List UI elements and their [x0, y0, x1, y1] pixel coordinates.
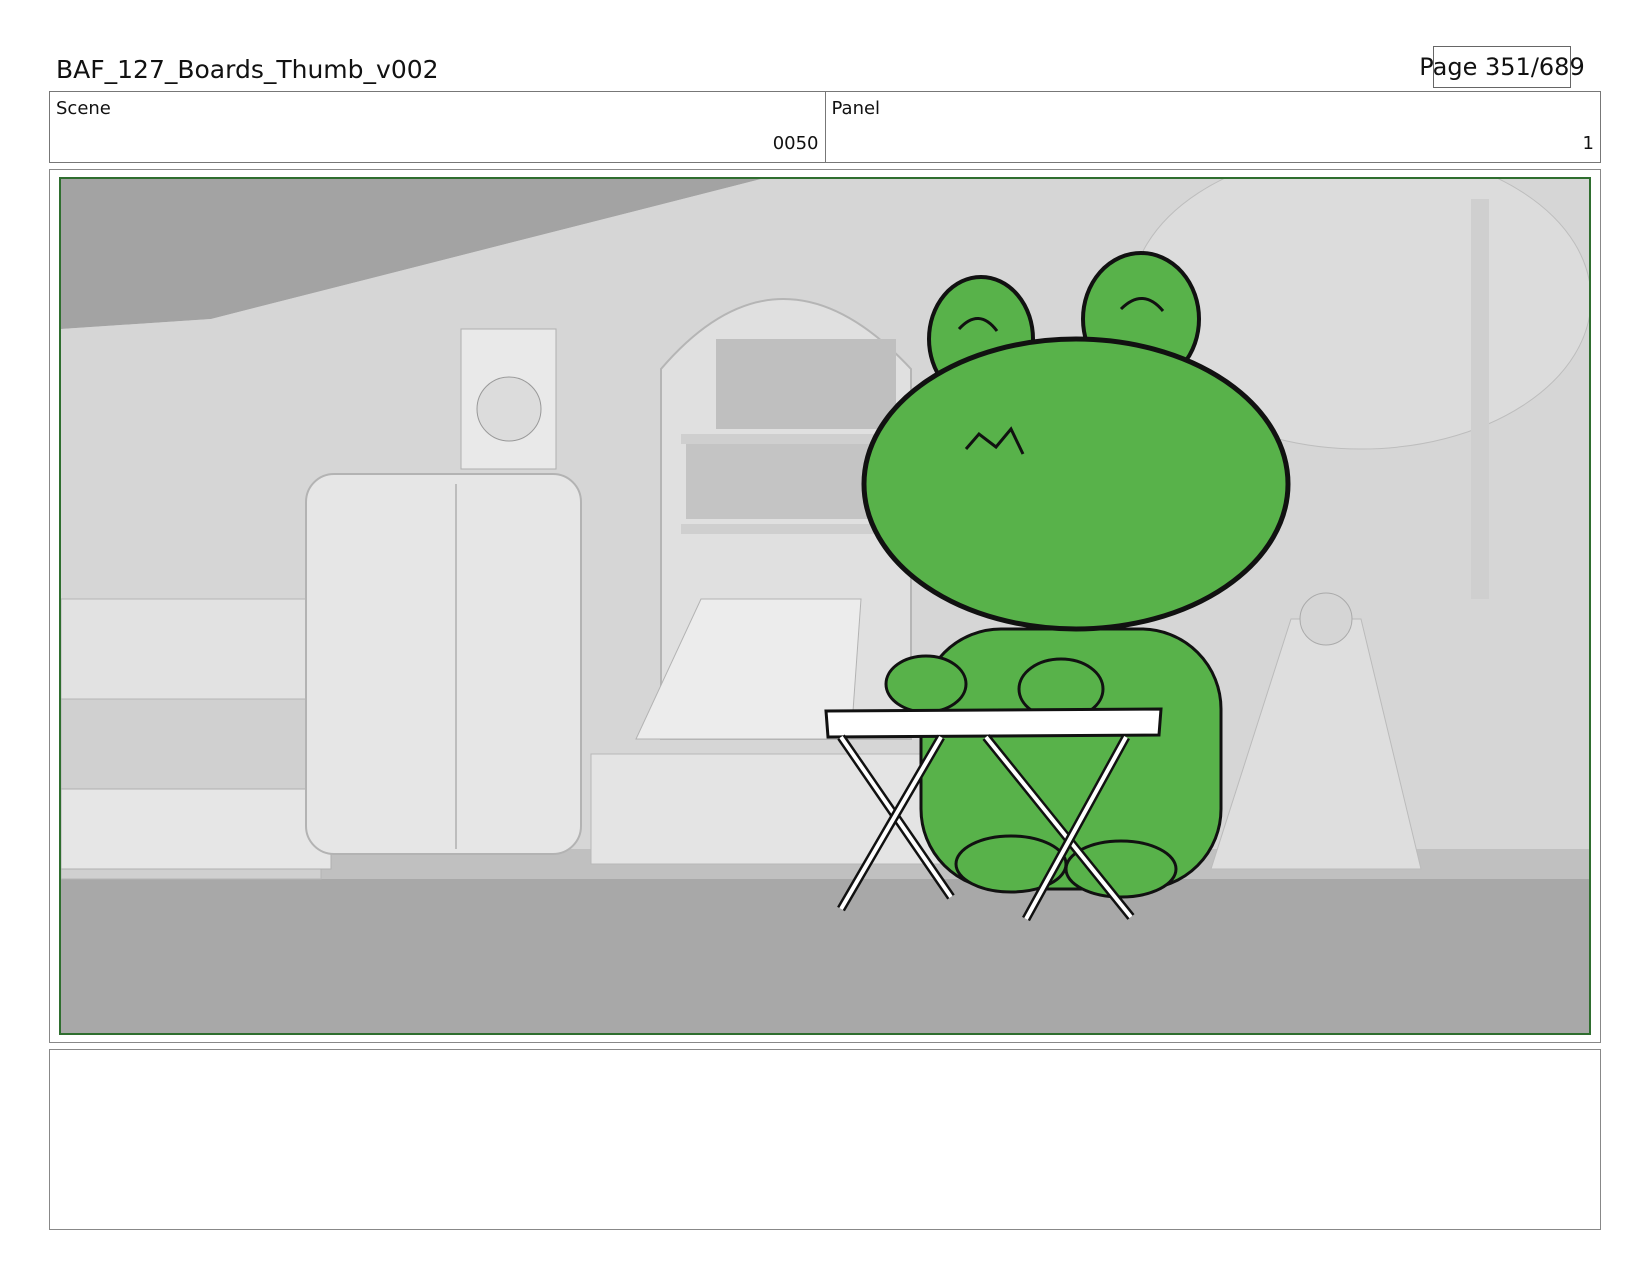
panel-image: [59, 177, 1591, 1035]
upper-cabinets: [61, 598, 322, 700]
lamp-pole: [1471, 199, 1489, 599]
panel-label: Panel: [831, 98, 881, 119]
fridge: [305, 473, 582, 855]
floor: [61, 859, 1589, 1033]
scene-label: Scene: [56, 98, 111, 119]
scene-value: 0050: [772, 133, 819, 154]
scene-panel-info: Scene 0050 Panel 1: [49, 91, 1601, 163]
panel-cell: Panel 1: [824, 92, 1601, 162]
storyboard-drawing: [61, 179, 1589, 1033]
notes-area: [49, 1049, 1601, 1230]
books-top: [716, 339, 896, 429]
books-middle: [686, 444, 886, 519]
document-title: BAF_127_Boards_Thumb_v002: [56, 55, 439, 84]
scene-cell: Scene 0050: [50, 92, 825, 162]
page-number: Page 351/689: [1419, 46, 1585, 88]
panel-value: 1: [1582, 133, 1594, 154]
lower-cabinets: [61, 788, 332, 870]
